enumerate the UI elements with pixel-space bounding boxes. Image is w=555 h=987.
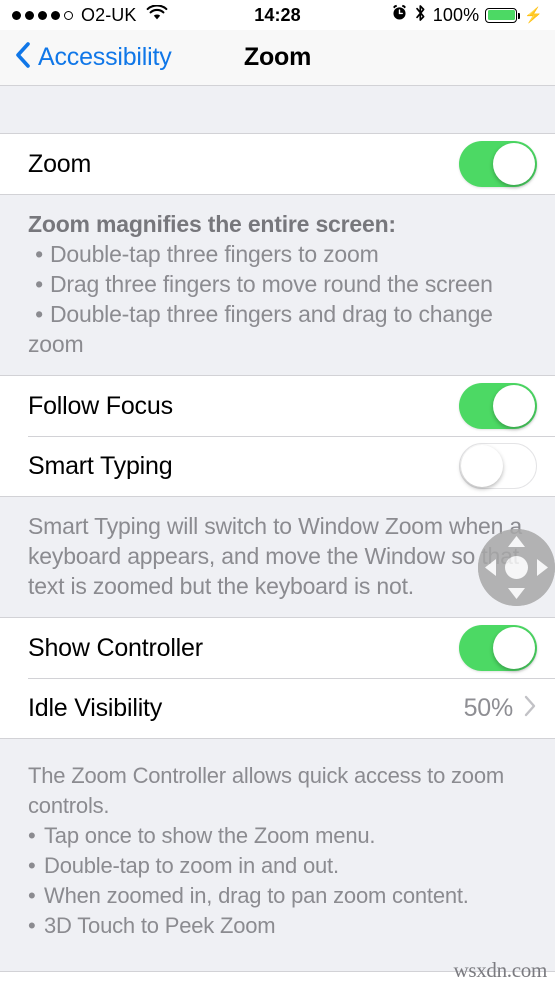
row-label: Idle Visibility [28,693,163,722]
status-bar: O2-UK 14:28 100% ⚡ [0,0,555,30]
settings-list: Zoom Zoom magnifies the entire screen: •… [0,86,555,987]
row-smart-typing[interactable]: Smart Typing [0,436,555,496]
footer-heading: Zoom magnifies the entire screen: [28,211,396,237]
section-focus: Follow Focus Smart Typing [0,375,555,497]
row-label: Follow Focus [28,391,173,420]
status-bar-right: 100% ⚡ [391,4,543,27]
footer-bullet: • 3D Touch to Peek Zoom [28,913,276,938]
footer-bullet: • Drag three fingers to move round the sc… [35,271,493,297]
footer-bullet-text: Drag three fingers to move round the scr… [50,271,493,297]
show-controller-switch[interactable] [459,625,537,671]
lightning-bolt-icon: ⚡ [524,6,543,24]
chevron-right-icon [523,694,537,723]
row-label: Smart Typing [28,451,173,480]
row-accessory [459,141,537,187]
footer-bullet-text: Tap once to show the Zoom menu. [44,823,376,848]
footer-bullet-wrap: zoom [28,331,84,357]
footer-zoom: Zoom magnifies the entire screen: • Doubl… [0,195,555,375]
row-label: Show Controller [28,633,203,662]
battery-icon [485,7,521,23]
follow-focus-switch[interactable] [459,383,537,429]
zoom-controller-joystick-icon[interactable] [478,529,555,606]
status-bar-left: O2-UK [12,3,168,26]
footer-controller: The Zoom Controller allows quick access … [0,739,555,971]
row-follow-focus[interactable]: Follow Focus [0,376,555,436]
footer-bullet-text: Double-tap three fingers to zoom [50,241,379,267]
row-accessory: 50% [464,694,537,723]
list-top-spacer [0,86,555,133]
iphone-screen: O2-UK 14:28 100% ⚡ Accessibility Zoom Zo… [0,0,555,987]
smart-typing-switch[interactable] [459,443,537,489]
row-zoom[interactable]: Zoom [0,134,555,194]
row-idle-visibility[interactable]: Idle Visibility 50% [0,678,555,738]
footer-bullet-text: Double-tap to zoom in and out. [44,853,339,878]
section-controller: Show Controller Idle Visibility 50% [0,617,555,739]
back-button[interactable]: Accessibility [14,41,172,74]
footer-text: Smart Typing will switch to Window Zoom … [28,513,523,599]
zoom-switch[interactable] [459,141,537,187]
row-accessory [459,625,537,671]
footer-bullet: • Double-tap to zoom in and out. [28,853,339,878]
battery-percent-label: 100% [432,4,480,25]
chevron-left-icon [14,41,31,74]
footer-bullet-text: When zoomed in, drag to pan zoom content… [44,883,469,908]
footer-bullet: • Double-tap three fingers and drag to ch… [35,301,493,327]
back-button-label: Accessibility [38,43,172,71]
row-show-controller[interactable]: Show Controller [0,618,555,678]
footer-bullet-text: Double-tap three fingers and drag to cha… [50,301,493,327]
footer-bullet: • When zoomed in, drag to pan zoom conten… [28,883,469,908]
bluetooth-icon [414,4,427,27]
footer-bullet: • Tap once to show the Zoom menu. [28,823,376,848]
navigation-bar: Accessibility Zoom [0,30,555,86]
section-zoom: Zoom [0,133,555,195]
footer-intro: The Zoom Controller allows quick access … [28,763,505,818]
signal-strength-icon [12,10,73,20]
carrier-label: O2-UK [81,4,137,25]
row-value: 50% [463,693,514,722]
wifi-icon [146,3,168,26]
row-accessory [459,383,537,429]
row-accessory [459,443,537,489]
footer-bullet-text: 3D Touch to Peek Zoom [44,913,276,938]
alarm-clock-icon [391,4,408,26]
footer-smart-typing: Smart Typing will switch to Window Zoom … [0,497,555,617]
watermark: wsxdn.com [453,958,547,982]
footer-bullet: • Double-tap three fingers to zoom [35,241,379,267]
row-label: Zoom [28,149,92,178]
